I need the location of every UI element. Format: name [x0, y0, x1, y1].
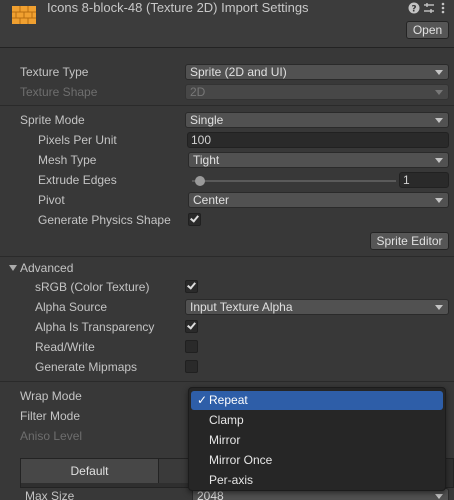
dropdown-caret-icon [435, 198, 443, 203]
texture-type-value: Sprite (2D and UI) [190, 65, 287, 79]
mesh-type-dropdown[interactable]: Tight [188, 152, 449, 168]
section-divider [0, 381, 454, 382]
sprite-editor-button[interactable]: Sprite Editor [370, 232, 449, 250]
texture-type-label: Texture Type [20, 65, 89, 79]
popup-option-mirror-once[interactable]: Mirror Once [191, 451, 443, 470]
pixels-per-unit-label: Pixels Per Unit [38, 133, 117, 147]
section-divider [0, 105, 454, 106]
popup-option-per-axis[interactable]: Per-axis [191, 471, 443, 490]
extrude-edges-slider-thumb[interactable] [195, 176, 205, 186]
wrap-mode-popup: ✓ Repeat Clamp Mirror Mirror Once Per-ax… [188, 387, 446, 491]
texture-type-dropdown[interactable]: Sprite (2D and UI) [185, 64, 449, 80]
inspector-title: Icons 8-block-48 (Texture 2D) Import Set… [47, 0, 309, 15]
texture-shape-dropdown: 2D [185, 84, 449, 100]
mesh-type-label: Mesh Type [38, 153, 97, 167]
sprite-mode-value: Single [190, 113, 224, 127]
aniso-level-label: Aniso Level [20, 429, 83, 443]
dropdown-caret-icon [435, 118, 443, 123]
section-divider [0, 256, 454, 257]
checkmark-icon [190, 213, 199, 223]
alpha-source-value: Input Texture Alpha [190, 300, 293, 314]
pivot-value: Center [193, 193, 230, 207]
wrap-mode-label: Wrap Mode [20, 389, 82, 403]
pivot-label: Pivot [38, 193, 65, 207]
extrude-edges-label: Extrude Edges [38, 173, 117, 187]
generate-mipmaps-label: Generate Mipmaps [35, 360, 138, 374]
app-texture-icon [12, 6, 36, 24]
extrude-edges-slider-track[interactable] [192, 180, 396, 182]
checkmark-icon: ✓ [197, 393, 208, 407]
dropdown-caret-icon [435, 158, 443, 163]
foldout-arrow-icon[interactable] [9, 265, 17, 271]
alpha-source-dropdown[interactable]: Input Texture Alpha [185, 299, 449, 315]
generate-physics-shape-checkbox[interactable] [188, 213, 201, 226]
pivot-dropdown[interactable]: Center [188, 192, 449, 208]
texture-shape-label: Texture Shape [20, 85, 98, 99]
sprite-mode-dropdown[interactable]: Single [185, 112, 449, 128]
kebab-menu-icon[interactable] [440, 2, 452, 14]
generate-physics-shape-label: Generate Physics Shape [38, 213, 171, 227]
alpha-source-label: Alpha Source [35, 300, 108, 314]
popup-option-repeat[interactable]: ✓ Repeat [191, 391, 443, 410]
checkmark-icon [187, 320, 196, 330]
alpha-is-transparency-label: Alpha Is Transparency [35, 320, 155, 334]
settings-sliders-icon[interactable] [423, 2, 435, 14]
sprite-mode-label: Sprite Mode [20, 113, 85, 127]
read-write-checkbox[interactable] [185, 340, 198, 353]
extrude-edges-field[interactable]: 1 [399, 172, 449, 188]
generate-mipmaps-checkbox[interactable] [185, 360, 198, 373]
checkmark-icon [187, 280, 196, 290]
filter-mode-label: Filter Mode [20, 409, 81, 423]
svg-text:?: ? [411, 5, 416, 15]
dropdown-caret-icon [435, 70, 443, 75]
max-size-label: Max Size [25, 489, 75, 500]
dropdown-caret-icon [435, 90, 443, 95]
popup-option-label: Repeat [209, 393, 248, 407]
dropdown-caret-icon [435, 494, 443, 499]
help-icon[interactable]: ? [408, 2, 420, 15]
srgb-label: sRGB (Color Texture) [35, 280, 150, 294]
read-write-label: Read/Write [35, 340, 95, 354]
dropdown-caret-icon [435, 305, 443, 310]
open-button[interactable]: Open [406, 21, 449, 39]
texture-shape-value: 2D [190, 85, 206, 99]
popup-option-mirror[interactable]: Mirror [191, 431, 443, 450]
tab-default[interactable]: Default [21, 459, 159, 483]
pixels-per-unit-field[interactable]: 100 [187, 132, 449, 148]
mesh-type-value: Tight [193, 153, 220, 167]
srgb-checkbox[interactable] [185, 280, 198, 293]
alpha-is-transparency-checkbox[interactable] [185, 320, 198, 333]
advanced-foldout-label[interactable]: Advanced [20, 261, 73, 275]
popup-option-clamp[interactable]: Clamp [191, 411, 443, 430]
inspector-header: Icons 8-block-48 (Texture 2D) Import Set… [0, 0, 454, 48]
